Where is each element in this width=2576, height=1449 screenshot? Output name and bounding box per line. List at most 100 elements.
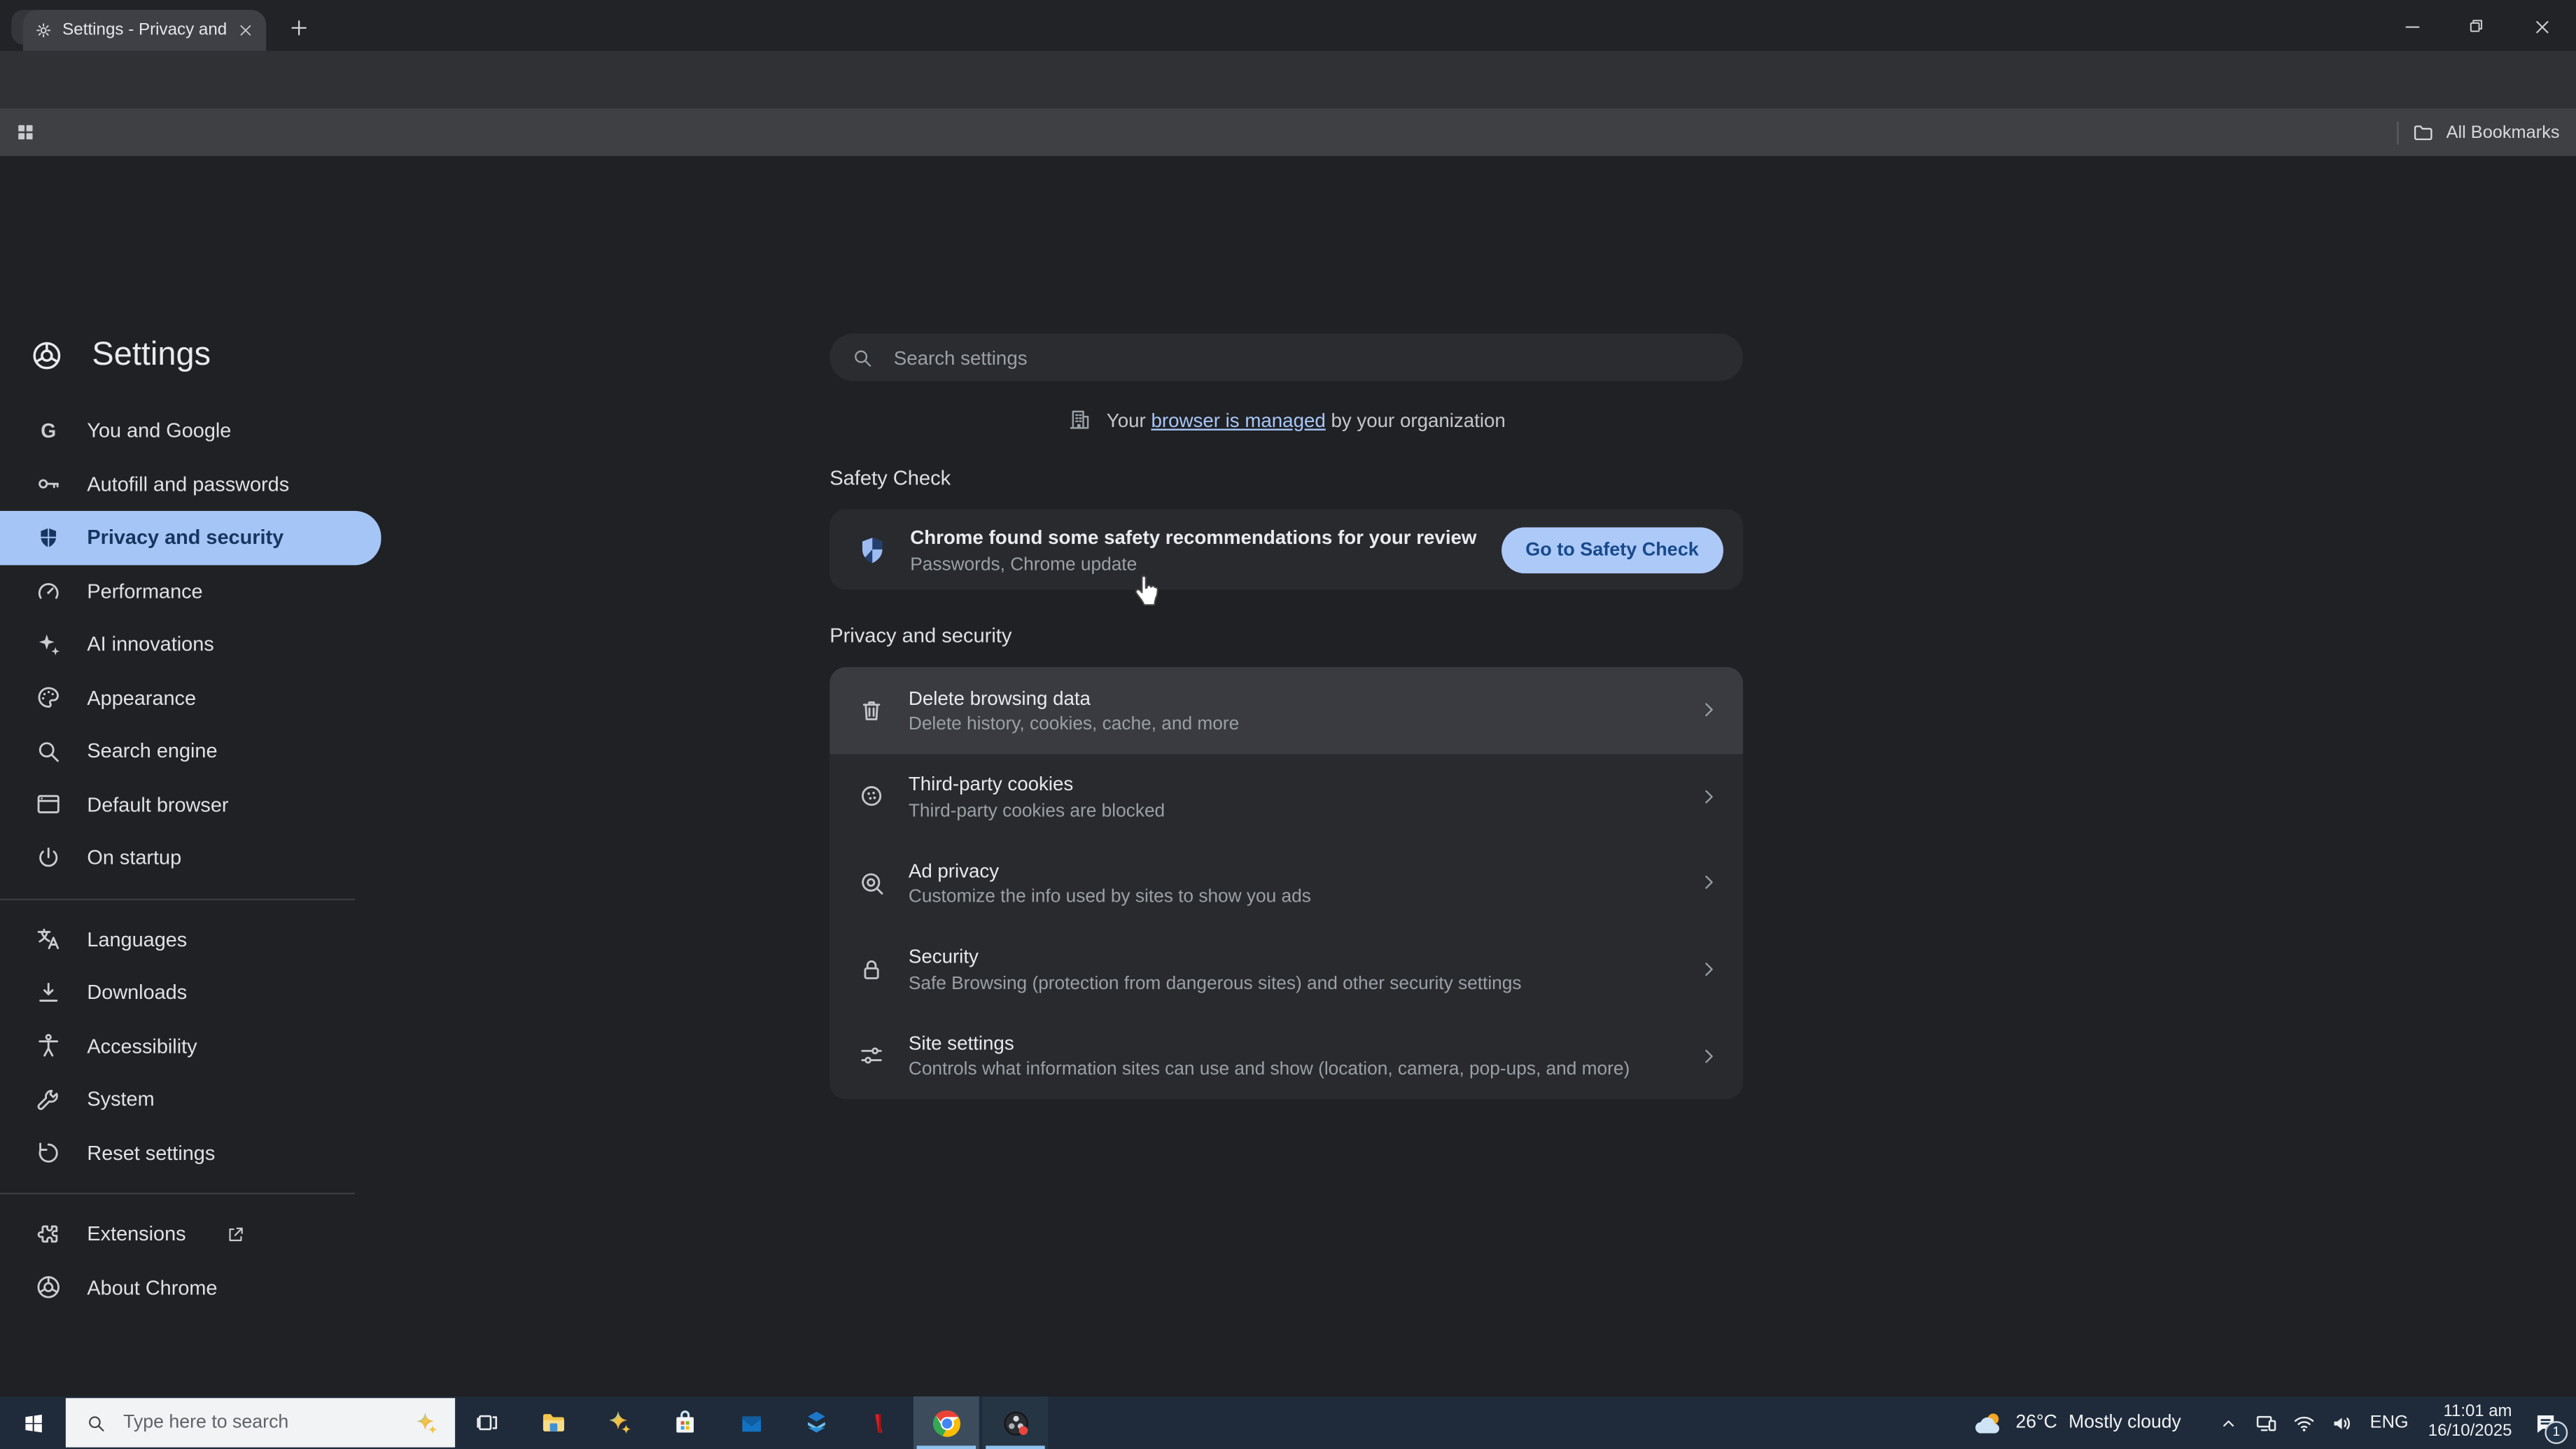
taskbar-search-input[interactable]: [120, 1411, 357, 1434]
sidebar-item-performance[interactable]: Performance: [0, 564, 381, 617]
wifi-icon: [2291, 1410, 2316, 1435]
safety-check-card: Chrome found some safety recommendations…: [830, 509, 1744, 590]
search-icon: [34, 737, 62, 765]
taskbar-search[interactable]: [65, 1398, 456, 1448]
network-tray-button[interactable]: [2291, 1410, 2316, 1435]
chevron-right-icon: [1697, 699, 1720, 722]
clock[interactable]: 11:01 am 16/10/2025: [2428, 1403, 2512, 1442]
volume-tray-button[interactable]: [2329, 1410, 2353, 1435]
new-tab-button[interactable]: [283, 11, 314, 43]
sidebar-item-accessibility[interactable]: Accessibility: [0, 1019, 381, 1072]
sidebar-item-ai-innovations[interactable]: AI innovations: [0, 617, 381, 671]
row-site-settings[interactable]: Site settings Controls what information …: [830, 1013, 1743, 1099]
browser-toolbar: Chrome chrome://settings/privacy: [0, 50, 2576, 155]
sidebar-item-downloads[interactable]: Downloads: [0, 966, 381, 1019]
all-bookmarks-button[interactable]: All Bookmarks: [2412, 121, 2560, 144]
settings-search-input[interactable]: [890, 344, 1555, 371]
download-icon: [34, 979, 62, 1007]
windows-logo-icon: [20, 1410, 45, 1435]
chevron-right-icon: [1697, 1044, 1720, 1068]
file-explorer-icon: [539, 1408, 568, 1437]
apps-shortcut-button[interactable]: [15, 122, 36, 144]
obs-recorder-icon: [1000, 1407, 1031, 1438]
copilot-app-icon: [605, 1408, 634, 1437]
puzzle-icon: [34, 1220, 62, 1248]
settings-page: Settings You and Google Autofill and pas…: [0, 155, 2576, 1396]
file-explorer-button[interactable]: [521, 1396, 587, 1449]
sidebar-item-system[interactable]: System: [0, 1073, 381, 1126]
sidebar-divider: [0, 897, 355, 899]
mail-button[interactable]: [718, 1396, 784, 1449]
maximize-button[interactable]: [2451, 6, 2500, 46]
notification-center-button[interactable]: 1: [2532, 1409, 2568, 1443]
sidebar-item-autofill[interactable]: Autofill and passwords: [0, 458, 381, 511]
sidebar-item-privacy-security[interactable]: Privacy and security: [0, 510, 382, 565]
plus-icon: [287, 15, 310, 38]
layers-app-button[interactable]: [783, 1396, 849, 1449]
row-ad-privacy[interactable]: Ad privacy Customize the info used by si…: [830, 840, 1743, 926]
row-security[interactable]: Security Safe Browsing (protection from …: [830, 926, 1743, 1012]
screen: Settings - Privacy and security Chrome c…: [0, 0, 2576, 1449]
weather-condition: Mostly cloudy: [2068, 1413, 2181, 1433]
trash-icon: [856, 696, 886, 724]
safety-shield-icon: [856, 533, 889, 566]
privacy-settings-card: Delete browsing data Delete history, coo…: [830, 666, 1744, 1100]
blue-layers-icon: [802, 1408, 831, 1437]
wrench-icon: [34, 1086, 62, 1114]
reset-icon: [34, 1139, 62, 1167]
language-indicator[interactable]: ENG: [2370, 1413, 2409, 1432]
settings-search[interactable]: [830, 333, 1744, 382]
managed-prefix: Your: [1106, 408, 1152, 432]
copilot-app-button[interactable]: [587, 1396, 652, 1449]
tab-strip: Settings - Privacy and security: [0, 0, 2576, 51]
settings-header: Settings: [29, 337, 211, 374]
start-button[interactable]: [0, 1396, 66, 1449]
chevron-right-icon: [1697, 872, 1720, 895]
sidebar-item-you-and-google[interactable]: You and Google: [0, 404, 381, 457]
chrome-taskbar-button[interactable]: [913, 1396, 979, 1449]
sidebar-item-appearance[interactable]: Appearance: [0, 671, 381, 724]
chrome-settings-logo-icon: [29, 338, 64, 372]
bookmarks-bar: All Bookmarks: [0, 108, 2576, 156]
sidebar-item-on-startup[interactable]: On startup: [0, 832, 381, 885]
store-bag-icon: [671, 1408, 700, 1437]
sidebar-item-default-browser[interactable]: Default browser: [0, 778, 381, 831]
safety-check-heading: Safety Check: [830, 466, 951, 490]
obs-taskbar-button[interactable]: [982, 1396, 1049, 1449]
close-button[interactable]: [2517, 6, 2566, 46]
row-delete-browsing-data[interactable]: Delete browsing data Delete history, coo…: [830, 666, 1744, 754]
go-to-safety-check-button[interactable]: Go to Safety Check: [1501, 526, 1723, 573]
speaker-icon: [2329, 1410, 2353, 1435]
tray-expand-button[interactable]: [2217, 1412, 2239, 1434]
tab-title: Settings - Privacy and security: [62, 21, 227, 40]
task-view-button[interactable]: [455, 1396, 521, 1449]
chrome-logo-icon: [931, 1407, 962, 1438]
copilot-icon: [412, 1409, 440, 1437]
folder-icon: [2412, 121, 2435, 144]
sidebar-item-extensions[interactable]: Extensions: [0, 1208, 381, 1261]
search-icon: [85, 1412, 107, 1434]
ads-icon: [856, 869, 886, 897]
sparkle-icon: [34, 631, 62, 659]
translate-icon: [34, 925, 62, 953]
weather-button[interactable]: 26°C Mostly cloudy: [1973, 1407, 2181, 1438]
notification-badge: 1: [2544, 1420, 2568, 1443]
managed-link[interactable]: browser is managed: [1151, 408, 1325, 431]
tab-close-icon[interactable]: [237, 22, 255, 40]
sidebar-item-about-chrome[interactable]: About Chrome: [0, 1261, 381, 1314]
microsoft-store-button[interactable]: [652, 1396, 718, 1449]
sidebar-item-reset-settings[interactable]: Reset settings: [0, 1126, 381, 1180]
monitor-phone-icon: [2253, 1410, 2278, 1435]
active-tab[interactable]: Settings - Privacy and security: [22, 10, 267, 51]
sidebar-item-search-engine[interactable]: Search engine: [0, 724, 381, 778]
cloud-sun-icon: [1973, 1407, 2004, 1438]
red-app-button[interactable]: [844, 1396, 910, 1449]
minimize-button[interactable]: [2387, 6, 2436, 46]
device-tray-button[interactable]: [2253, 1410, 2278, 1435]
sidebar-item-languages[interactable]: Languages: [0, 913, 381, 966]
settings-gear-favicon-icon: [34, 22, 52, 40]
gauge-icon: [34, 577, 62, 605]
row-third-party-cookies[interactable]: Third-party cookies Third-party cookies …: [830, 753, 1743, 839]
tray-date: 16/10/2025: [2428, 1422, 2512, 1441]
palette-icon: [34, 684, 62, 712]
